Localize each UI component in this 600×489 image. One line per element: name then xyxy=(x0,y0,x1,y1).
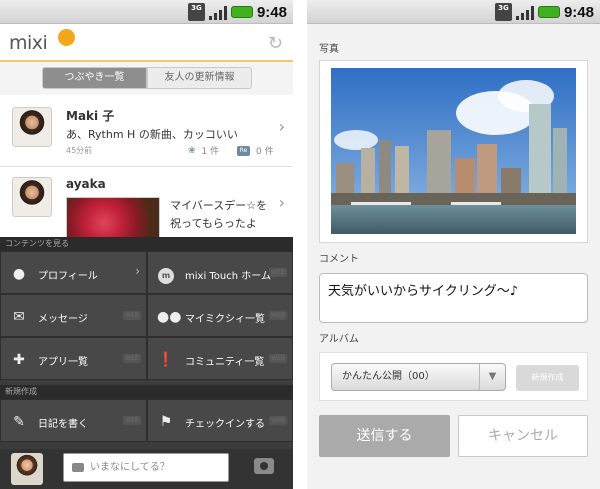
dropdown-arrow-icon: ▼ xyxy=(479,364,505,390)
network-3g-icon: 3G xyxy=(494,3,512,21)
battery-icon xyxy=(537,6,560,18)
new-album-button[interactable]: 新規作成 xyxy=(516,365,579,391)
network-3g-icon: 3G xyxy=(187,3,205,21)
photo-label: 写真 xyxy=(319,44,339,55)
menu-item-mixi-touch-home[interactable]: m mixi Touch ホーム WEB xyxy=(147,251,293,294)
web-tag: WEB xyxy=(269,354,287,363)
album-select[interactable]: かんたん公開（00） ▼ xyxy=(331,363,506,391)
comment-label: コメント xyxy=(319,254,359,265)
signal-strength-icon xyxy=(515,4,534,20)
menu-item-messages[interactable]: ✉ メッセージ WEB xyxy=(0,294,147,337)
menu-item-checkin[interactable]: ⚑ チェックインする WEB xyxy=(147,399,293,442)
avatar[interactable] xyxy=(12,107,52,147)
status-bar: 3G 9:48 xyxy=(307,0,600,24)
photo-preview[interactable] xyxy=(319,60,588,243)
checkin-flag-icon: ⚑ xyxy=(159,414,173,430)
tab-friend-updates[interactable]: 友人の更新情報 xyxy=(147,67,252,89)
menu-item-apps[interactable]: ✚ アプリ一覧 WEB xyxy=(0,337,147,380)
app-header: mixi ↻ xyxy=(0,24,293,62)
web-tag: WEB xyxy=(123,311,141,320)
album-label: アルバム xyxy=(319,334,359,345)
puzzle-icon: ✚ xyxy=(13,352,25,368)
menu-item-friends-list[interactable]: ●● マイミクシィ一覧 WEB xyxy=(147,294,293,337)
menu-item-profile[interactable]: ● プロフィール › xyxy=(0,251,147,294)
mixi-timeline-screen: 3G 9:48 mixi ↻ つぶやき一覧 友人の更新情報 Maki 子 あ、R… xyxy=(0,0,293,489)
feed-photo-thumbnail[interactable] xyxy=(66,197,160,240)
community-icon: ❗ xyxy=(157,352,175,368)
tab-tweets[interactable]: つぶやき一覧 xyxy=(42,67,147,89)
chevron-right-icon: › xyxy=(278,117,285,136)
speech-bubble-icon xyxy=(72,463,84,472)
chevron-right-icon: › xyxy=(135,264,140,278)
status-time: 9:48 xyxy=(563,3,594,21)
menu-item-communities[interactable]: ❗ コミュニティ一覧 WEB xyxy=(147,337,293,380)
feed-user-name: ayaka xyxy=(66,177,106,191)
mixi-touch-icon: m xyxy=(157,265,175,284)
web-tag: WEB xyxy=(269,416,287,425)
cancel-button[interactable]: キャンセル xyxy=(458,415,588,457)
chevron-right-icon: › xyxy=(278,193,285,212)
battery-icon xyxy=(230,6,253,18)
avatar[interactable] xyxy=(12,177,52,217)
app-logo: mixi xyxy=(9,32,48,54)
logo-badge-icon xyxy=(58,29,75,46)
comment-count[interactable]: Re 0 件 xyxy=(237,144,274,157)
avatar[interactable] xyxy=(11,453,43,485)
web-tag: WEB xyxy=(123,416,141,425)
feed-user-name: Maki 子 xyxy=(66,109,115,123)
section-label-contents: コンテンツを見る xyxy=(0,237,293,251)
status-input[interactable]: いまなにしてる？ xyxy=(63,453,229,482)
camera-icon[interactable] xyxy=(254,458,274,474)
signal-strength-icon xyxy=(208,4,227,20)
comment-icon: Re xyxy=(237,145,250,156)
web-tag: WEB xyxy=(269,311,287,320)
refresh-icon[interactable]: ↻ xyxy=(268,33,283,54)
feed-message: マイバースデー☆を 祝ってもらったよ xyxy=(170,199,268,230)
status-bar: 3G 9:48 xyxy=(0,0,293,24)
diary-icon: ✎ xyxy=(13,414,25,430)
web-tag: WEB xyxy=(269,268,287,277)
status-time: 9:48 xyxy=(256,3,287,21)
feed-list: Maki 子 あ、Rythm H の新曲、カッコいい 45分前 ❀ 1 件 Re 0… xyxy=(0,95,293,240)
web-tag: WEB xyxy=(123,354,141,363)
person-icon: ● xyxy=(12,266,26,282)
like-count[interactable]: ❀ 1 件 xyxy=(188,144,219,158)
comment-input[interactable]: 天気がいいからサイクリング～♪ xyxy=(319,273,588,323)
envelope-icon: ✉ xyxy=(13,309,25,325)
menu-item-write-diary[interactable]: ✎ 日記を書く WEB xyxy=(0,399,147,442)
compose-bar: いまなにしてる？ xyxy=(0,449,293,489)
paw-like-icon: ❀ xyxy=(188,145,196,156)
feed-timestamp: 45分前 xyxy=(66,146,93,155)
album-panel: かんたん公開（00） ▼ 新規作成 xyxy=(319,352,588,401)
tab-bar: つぶやき一覧 友人の更新情報 xyxy=(0,64,293,94)
friends-icon: ●● xyxy=(157,309,182,325)
city-skyline-photo xyxy=(331,68,576,234)
send-button[interactable]: 送信する xyxy=(319,415,450,457)
feed-message: あ、Rythm H の新曲、カッコいい xyxy=(66,128,238,141)
feed-item[interactable]: ayaka マイバースデー☆を 祝ってもらったよ › xyxy=(0,167,293,240)
quick-menu-overlay: コンテンツを見る ● プロフィール › m mixi Touch ホーム WEB… xyxy=(0,237,293,449)
section-label-new: 新規作成 xyxy=(0,385,293,399)
photo-upload-screen: 3G 9:48 写真 コメント 天気がいいからサイクリング～♪ アルバム かんた… xyxy=(307,0,600,489)
feed-item[interactable]: Maki 子 あ、Rythm H の新曲、カッコいい 45分前 ❀ 1 件 Re 0… xyxy=(0,95,293,167)
